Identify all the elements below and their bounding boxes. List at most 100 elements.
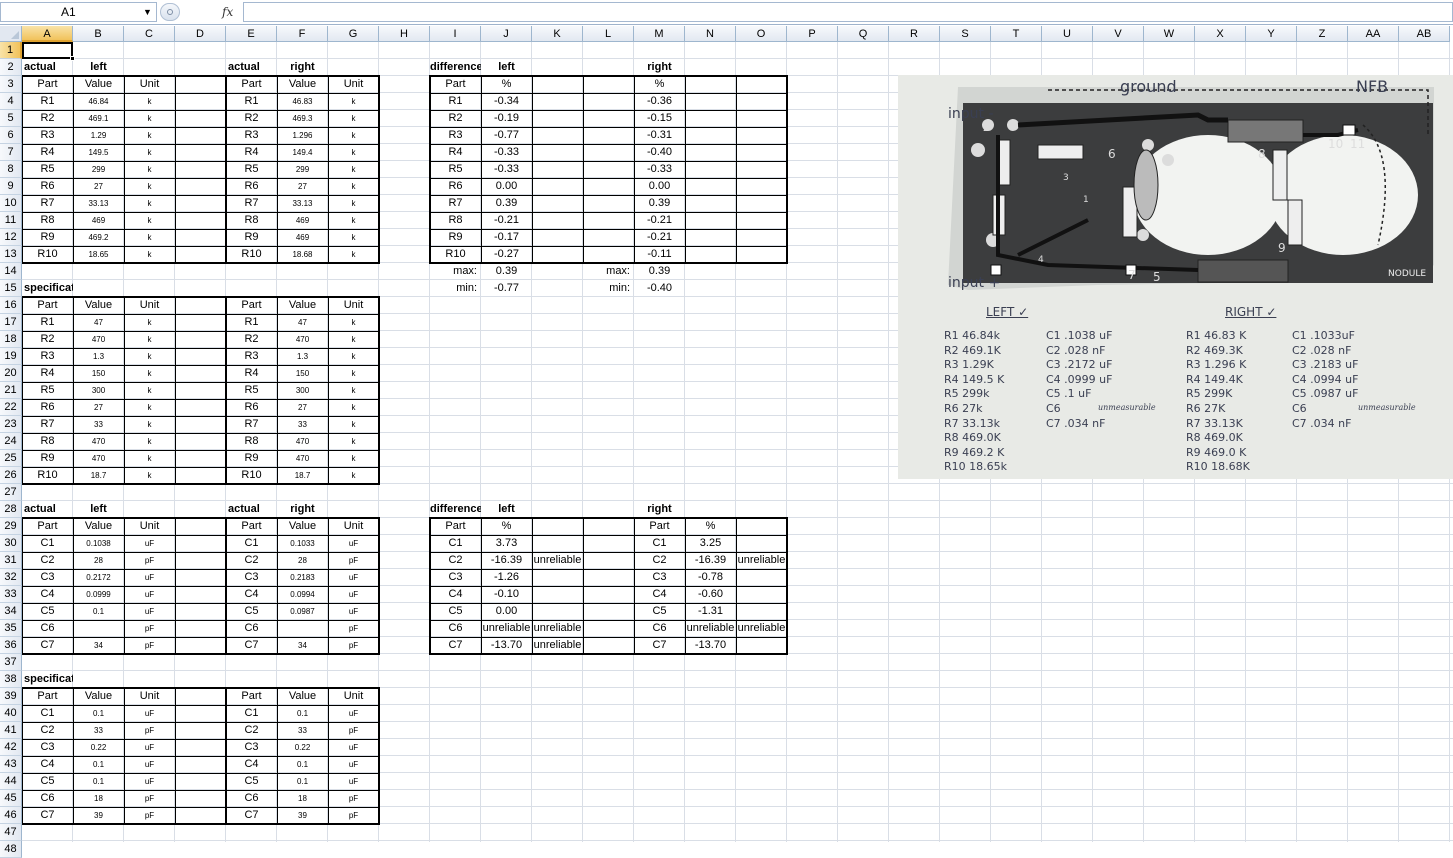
column-header[interactable]: V (1093, 26, 1144, 42)
handwritten-note: R8 469.0K (1186, 431, 1243, 445)
row-header[interactable]: 15 (0, 280, 22, 297)
column-header[interactable]: Z (1297, 26, 1348, 42)
row-header[interactable]: 33 (0, 586, 22, 603)
row-header[interactable]: 18 (0, 331, 22, 348)
row-header[interactable]: 26 (0, 467, 22, 484)
row-header[interactable]: 48 (0, 841, 22, 858)
row-header[interactable]: 44 (0, 773, 22, 790)
row-header[interactable]: 46 (0, 807, 22, 824)
column-header[interactable]: R (889, 26, 940, 42)
row-header[interactable]: 31 (0, 552, 22, 569)
column-header[interactable]: Q (838, 26, 889, 42)
column-header[interactable]: AA (1348, 26, 1399, 42)
row-header[interactable]: 22 (0, 399, 22, 416)
value-cell: 33 (298, 420, 307, 429)
value-cell: 34 (298, 641, 307, 650)
value-cell: 300 (91, 386, 106, 395)
column-header[interactable]: O (736, 26, 787, 42)
chevron-down-icon[interactable]: ▼ (143, 3, 152, 21)
row-header[interactable]: 16 (0, 297, 22, 314)
row-header[interactable]: 7 (0, 144, 22, 161)
row-header[interactable]: 38 (0, 671, 22, 688)
row-header[interactable]: 9 (0, 178, 22, 195)
column-header[interactable]: J (481, 26, 532, 42)
column-header[interactable]: U (1042, 26, 1093, 42)
column-header[interactable]: E (226, 26, 277, 42)
row-header[interactable]: 43 (0, 756, 22, 773)
part-cell: C3 (40, 571, 55, 583)
row-header[interactable]: 24 (0, 433, 22, 450)
row-header[interactable]: 5 (0, 110, 22, 127)
part-cell: R8 (448, 214, 463, 226)
column-header[interactable]: A (22, 26, 73, 42)
row-header[interactable]: 39 (0, 688, 22, 705)
circuit-board-photo[interactable]: ground NFB input - input + NODULE 2 6 8 … (898, 75, 1453, 479)
percent-cell: -0.33 (493, 163, 520, 175)
handwritten-note: C1 .1038 uF (1046, 329, 1113, 342)
row-header[interactable]: 27 (0, 484, 22, 501)
column-header[interactable]: W (1144, 26, 1195, 42)
insert-function-icon[interactable]: fx (222, 3, 233, 21)
column-header[interactable]: G (328, 26, 379, 42)
column-header[interactable]: L (583, 26, 634, 42)
row-header[interactable]: 8 (0, 161, 22, 178)
row-header[interactable]: 19 (0, 348, 22, 365)
name-box[interactable]: A1 (0, 2, 157, 22)
row-header[interactable]: 2 (0, 59, 22, 76)
column-header[interactable]: F (277, 26, 328, 42)
formula-bar-splitter[interactable] (160, 3, 180, 21)
row-header[interactable]: 13 (0, 246, 22, 263)
row-header[interactable]: 4 (0, 93, 22, 110)
active-cell-cursor[interactable] (22, 42, 75, 61)
row-header[interactable]: 42 (0, 739, 22, 756)
row-header[interactable]: 36 (0, 637, 22, 654)
column-header[interactable]: N (685, 26, 736, 42)
row-header[interactable]: 45 (0, 790, 22, 807)
unit-cell: k (147, 318, 152, 327)
row-header[interactable]: 30 (0, 535, 22, 552)
row-header[interactable]: 35 (0, 620, 22, 637)
row-header[interactable]: 34 (0, 603, 22, 620)
row-header[interactable]: 25 (0, 450, 22, 467)
row-header[interactable]: 23 (0, 416, 22, 433)
row-header[interactable]: 1 (0, 42, 22, 59)
column-header[interactable]: C (124, 26, 175, 42)
row-header[interactable]: 29 (0, 518, 22, 535)
column-header[interactable]: S (940, 26, 991, 42)
unit-cell: uF (348, 590, 359, 599)
row-header[interactable]: 6 (0, 127, 22, 144)
row-header[interactable]: 20 (0, 365, 22, 382)
select-all-button[interactable] (0, 26, 22, 42)
column-header[interactable]: D (175, 26, 226, 42)
column-header[interactable]: B (73, 26, 124, 42)
column-header[interactable]: P (787, 26, 838, 42)
column-header[interactable]: H (379, 26, 430, 42)
row-header[interactable]: 32 (0, 569, 22, 586)
column-header[interactable]: I (430, 26, 481, 42)
row-header[interactable]: 14 (0, 263, 22, 280)
part-cell: C2 (652, 554, 667, 566)
row-header[interactable]: 12 (0, 229, 22, 246)
column-header[interactable]: X (1195, 26, 1246, 42)
cell-area[interactable]: actual left actual right Part Value Unit R1 46.8… (22, 42, 1453, 842)
row-header[interactable]: 41 (0, 722, 22, 739)
row-header[interactable]: 28 (0, 501, 22, 518)
formula-input[interactable] (243, 2, 1453, 22)
value-cell: 47 (94, 318, 103, 327)
row-header[interactable]: 17 (0, 314, 22, 331)
row-header[interactable]: 11 (0, 212, 22, 229)
row-header[interactable]: 3 (0, 76, 22, 93)
right-heading: RIGHT ✓ (1225, 305, 1277, 319)
row-header[interactable]: 47 (0, 824, 22, 841)
row-header[interactable]: 10 (0, 195, 22, 212)
unit-cell: k (351, 454, 356, 463)
row-header[interactable]: 40 (0, 705, 22, 722)
column-header[interactable]: M (634, 26, 685, 42)
part-cell: R8 (40, 214, 55, 226)
column-header[interactable]: T (991, 26, 1042, 42)
row-header[interactable]: 37 (0, 654, 22, 671)
column-header[interactable]: K (532, 26, 583, 42)
column-header[interactable]: Y (1246, 26, 1297, 42)
column-header[interactable]: AB (1399, 26, 1450, 42)
row-header[interactable]: 21 (0, 382, 22, 399)
